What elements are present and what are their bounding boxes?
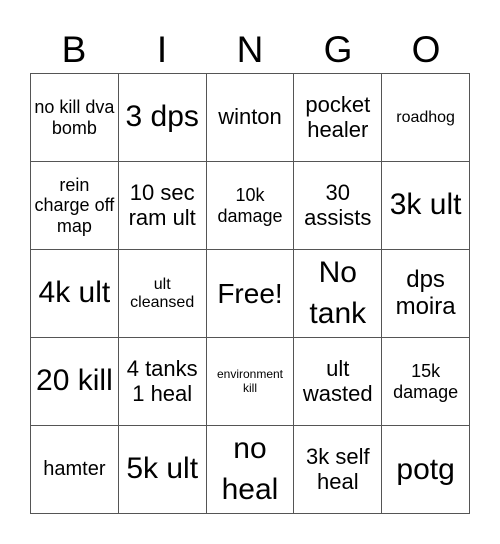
bingo-cell[interactable]: environment kill [206,338,295,426]
bingo-header: B I N G O [30,28,470,72]
bingo-cell[interactable]: 3k ult [382,162,470,250]
header-letter-g: G [323,29,353,70]
bingo-cell[interactable]: 10k damage [206,162,295,250]
bingo-cell[interactable]: hamter [31,426,119,514]
bingo-cell[interactable]: winton [206,74,295,162]
free-space[interactable]: Free! [206,250,295,338]
bingo-cell[interactable]: 4k ult [31,250,119,338]
bingo-cell[interactable]: dps moira [382,250,470,338]
header-letter-b: B [61,29,87,70]
bingo-cell[interactable]: rein charge off map [31,162,119,250]
bingo-cell[interactable]: 3k self heal [294,426,383,514]
bingo-cell[interactable]: 5k ult [118,426,207,514]
bingo-cell[interactable]: 20 kill [31,338,119,426]
bingo-cell[interactable]: 10 sec ram ult [118,162,207,250]
bingo-cell[interactable]: potg [382,426,470,514]
bingo-grid: no kill dva bomb 3 dps winton pocket hea… [30,73,470,514]
bingo-cell[interactable]: 30 assists [294,162,383,250]
bingo-cell[interactable]: 3 dps [118,74,207,162]
bingo-cell[interactable]: ult cleansed [118,250,207,338]
header-letter-o: O [411,29,441,70]
bingo-cell[interactable]: no kill dva bomb [31,74,119,162]
bingo-cell[interactable]: pocket healer [294,74,383,162]
header-letter-n: N [236,29,264,70]
bingo-cell[interactable]: 4 tanks 1 heal [118,338,207,426]
header-letter-i: I [156,29,168,70]
bingo-cell[interactable]: no heal [206,426,295,514]
bingo-cell[interactable]: roadhog [382,74,470,162]
bingo-cell[interactable]: No tank [294,250,383,338]
bingo-cell[interactable]: ult wasted [294,338,383,426]
bingo-cell[interactable]: 15k damage [382,338,470,426]
